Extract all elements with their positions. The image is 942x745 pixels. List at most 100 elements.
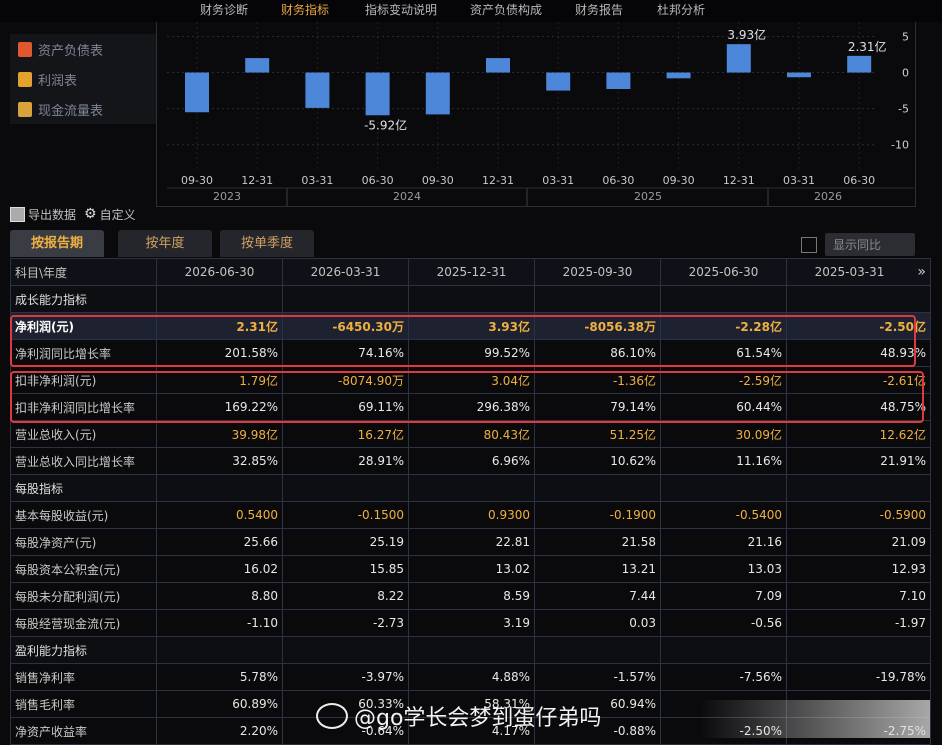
header-date[interactable]: 2025-12-31 [408,258,535,286]
x-tick-label: 03-31 [783,174,815,187]
table-row: 每股净资产(元) 25.66 25.19 22.81 21.58 21.16 21.09 [10,528,931,556]
row-label: 每股未分配利润(元) [10,582,157,610]
cell-value: 99.52% [408,339,535,367]
cell-value: 22.81 [408,528,535,556]
nav-tab-2[interactable]: 指标变动说明 [365,1,437,18]
bar [666,72,691,79]
header-date-last[interactable]: 2025-03-31 » [786,258,931,286]
export-data-button[interactable]: 导出数据 [10,206,76,223]
cell-value: 201.58% [156,339,283,367]
cell-value: 2.20% [156,717,283,745]
tab-by-quarter[interactable]: 按单季度 [220,230,314,257]
sidebar-item-label: 现金流量表 [38,104,104,119]
yoy-button[interactable]: 显示同比 [825,233,915,256]
x-tick-label: 12-31 [482,174,514,187]
cell-value: -7.56% [660,663,787,691]
cell-value: 30.09亿 [660,420,787,448]
header-date[interactable]: 2025-06-30 [660,258,787,286]
cell-value: 25.19 [282,528,409,556]
cell-value: -2.28亿 [660,312,787,340]
cell-value: 3.19 [408,609,535,637]
customize-button[interactable]: ⚙ 自定义 [84,206,136,223]
header-date[interactable]: 2026-03-31 [282,258,409,286]
cell-value: 7.09 [660,582,787,610]
row-label: 销售毛利率 [10,690,157,718]
sidebar-item-2[interactable]: 现金流量表 [18,100,103,119]
cell-value: 74.16% [282,339,409,367]
bar [486,58,510,73]
cell-value: 69.11% [282,393,409,421]
cell-value: 61.54% [660,339,787,367]
cell-value: 21.16 [660,528,787,556]
row-label: 营业总收入(元) [10,420,157,448]
sidebar-item-0[interactable]: 资产负债表 [18,40,103,59]
row-label: 每股指标 [10,474,157,502]
header-label: 科目\年度 [10,258,157,286]
customize-label: 自定义 [99,207,136,222]
sidebar-item-1[interactable]: 利润表 [18,70,77,89]
x-tick-label: 03-31 [542,174,574,187]
y-tick-label: 0 [902,67,909,80]
cell-value: 79.14% [534,393,661,421]
cell-value [282,285,409,313]
cell-value [534,474,661,502]
nav-tab-0[interactable]: 财务诊断 [200,1,248,18]
cell-value: 32.85% [156,447,283,475]
x-tick-label: 09-30 [422,174,454,187]
x-tick-label: 06-30 [362,174,394,187]
net-profit-bar-chart: -5.92亿 3.93亿 2.31亿 5 0 -5 -10 09-30 12-31 03-31 06… [167,22,914,206]
x-tick-label: 12-31 [241,174,273,187]
toolbar: 导出数据 ⚙ 自定义 [10,204,136,224]
gear-icon: ⚙ [84,206,97,222]
table-row: 营业总收入同比增长率 32.85% 28.91% 6.96% 10.62% 11.16% 2… [10,447,931,475]
table-row: 扣非净利润同比增长率 169.22% 69.11% 296.38% 79.14% 60.4… [10,393,931,421]
financial-indicator-table: 科目\年度 2026-06-30 2026-03-31 2025-12-31 2… [10,258,931,745]
nav-tab-4[interactable]: 财务报告 [575,1,623,18]
nav-tab-3[interactable]: 资产负债构成 [470,1,542,18]
cell-value: 3.04亿 [408,366,535,394]
cell-value: -19.78% [786,663,931,691]
row-label: 每股资本公积金(元) [10,555,157,583]
cell-value: 0.9300 [408,501,535,529]
cell-value: 60.89% [156,690,283,718]
header-date[interactable]: 2025-09-30 [534,258,661,286]
x-tick-label: 03-31 [301,174,333,187]
watermark-text: @go学长会梦到蛋仔弟吗 [354,706,602,731]
yoy-checkbox[interactable] [801,236,817,253]
header-date[interactable]: 2026-06-30 [156,258,283,286]
cell-value: -0.5400 [660,501,787,529]
cell-value: -2.61亿 [786,366,931,394]
cell-value: -6450.30万 [282,312,409,340]
row-label: 扣非净利润(元) [10,366,157,394]
table-row: 每股未分配利润(元) 8.80 8.22 8.59 7.44 7.09 7.10 [10,582,931,610]
cell-value: 80.43亿 [408,420,535,448]
header-date-text: 2025-03-31 [814,265,885,279]
nav-tab-1[interactable]: 财务指标 [281,1,329,18]
cell-value [408,636,535,664]
cell-value [786,285,931,313]
cell-value: 12.93 [786,555,931,583]
table-row: 基本每股收益(元) 0.5400 -0.1500 0.9300 -0.1900 -0.54… [10,501,931,529]
cell-value: 10.62% [534,447,661,475]
export-data-label: 导出数据 [28,207,77,222]
cell-value: 51.25亿 [534,420,661,448]
next-page-icon[interactable]: » [917,264,926,280]
bar [847,55,872,73]
row-label: 净利润(元) [10,312,157,340]
tab-by-year[interactable]: 按年度 [118,230,212,257]
cell-value: 6.96% [408,447,535,475]
y-tick-label: -10 [891,139,909,152]
cell-value: 13.02 [408,555,535,583]
sidebar-item-label: 利润表 [38,74,78,89]
nav-tab-5[interactable]: 杜邦分析 [657,1,705,18]
x-tick-label: 12-31 [723,174,755,187]
cell-value: -0.56 [660,609,787,637]
table-row: 每股经营现金流(元) -1.10 -2.73 3.19 0.03 -0.56 -1.97 [10,609,931,637]
balance-sheet-icon [18,42,32,57]
tab-by-report-period[interactable]: 按报告期 [10,230,104,257]
cell-value [660,285,787,313]
cell-value: 12.62亿 [786,420,931,448]
bar [245,58,270,73]
bar [726,44,751,73]
cell-value [282,636,409,664]
